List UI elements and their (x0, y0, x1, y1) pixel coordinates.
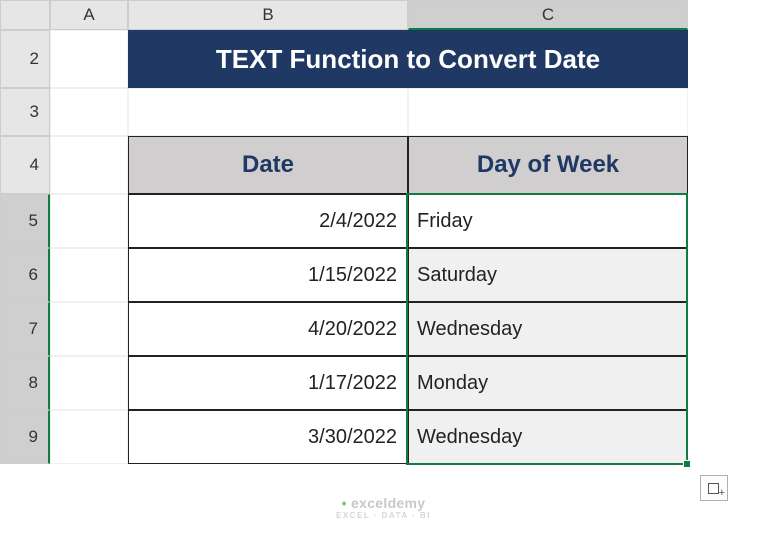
header-date[interactable]: Date (128, 136, 408, 194)
title-cell[interactable]: TEXT Function to Convert Date (128, 30, 688, 88)
cell-a5[interactable] (50, 194, 128, 248)
col-header-c[interactable]: C (408, 0, 688, 30)
cell-c3[interactable] (408, 88, 688, 136)
row-header-8[interactable]: 8 (0, 356, 50, 410)
cell-a2[interactable] (50, 30, 128, 88)
autofill-options-button[interactable]: + (700, 475, 728, 501)
spreadsheet-grid: A B C 2 TEXT Function to Convert Date 3 … (0, 0, 767, 464)
watermark-sub: EXCEL · DATA · BI (336, 511, 431, 520)
cell-day-1[interactable]: Saturday (408, 248, 688, 302)
watermark-dot-icon: • (342, 495, 347, 511)
watermark-main: exceldemy (351, 495, 425, 511)
cell-day-3[interactable]: Monday (408, 356, 688, 410)
watermark: • exceldemy EXCEL · DATA · BI (336, 495, 431, 520)
cell-date-3[interactable]: 1/17/2022 (128, 356, 408, 410)
row-header-9[interactable]: 9 (0, 410, 50, 464)
cell-a4[interactable] (50, 136, 128, 194)
cell-date-0[interactable]: 2/4/2022 (128, 194, 408, 248)
col-header-a[interactable]: A (50, 0, 128, 30)
row-header-7[interactable]: 7 (0, 302, 50, 356)
cell-a3[interactable] (50, 88, 128, 136)
row-header-5[interactable]: 5 (0, 194, 50, 248)
cell-a9[interactable] (50, 410, 128, 464)
cell-date-1[interactable]: 1/15/2022 (128, 248, 408, 302)
row-header-4[interactable]: 4 (0, 136, 50, 194)
cell-date-2[interactable]: 4/20/2022 (128, 302, 408, 356)
autofill-icon-glyph (708, 483, 719, 494)
row-header-6[interactable]: 6 (0, 248, 50, 302)
cell-b3[interactable] (128, 88, 408, 136)
col-header-b[interactable]: B (128, 0, 408, 30)
cell-date-4[interactable]: 3/30/2022 (128, 410, 408, 464)
cell-day-2[interactable]: Wednesday (408, 302, 688, 356)
select-all-corner[interactable] (0, 0, 50, 30)
cell-a7[interactable] (50, 302, 128, 356)
cell-a6[interactable] (50, 248, 128, 302)
cell-a8[interactable] (50, 356, 128, 410)
row-header-2[interactable]: 2 (0, 30, 50, 88)
row-header-3[interactable]: 3 (0, 88, 50, 136)
plus-icon: + (719, 487, 725, 499)
cell-day-0[interactable]: Friday (408, 194, 688, 248)
header-day[interactable]: Day of Week (408, 136, 688, 194)
cell-day-4[interactable]: Wednesday (408, 410, 688, 464)
